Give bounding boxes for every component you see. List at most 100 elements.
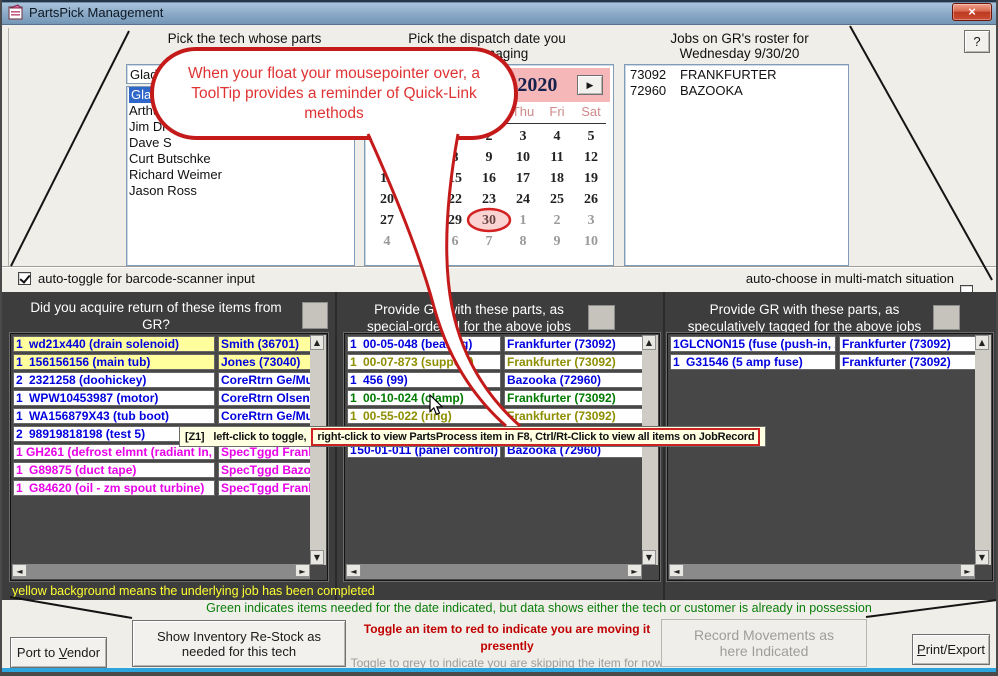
calendar-day[interactable]: 10 xyxy=(574,231,608,252)
calendar-day[interactable]: 8 xyxy=(438,147,472,168)
calendar-day[interactable]: 3 xyxy=(574,210,608,231)
auto-toggle-checkbox[interactable] xyxy=(18,272,31,285)
scroll-right-icon[interactable]: ► xyxy=(627,564,642,577)
returns-table[interactable]: 1 wd21x440 (drain solenoid) Smith (36701) 1… xyxy=(10,333,328,581)
calendar-day[interactable]: 7 xyxy=(472,231,506,252)
calendar-day[interactable]: 22 xyxy=(438,189,472,210)
scroll-down-icon[interactable]: ▼ xyxy=(975,550,989,565)
calendar-day[interactable]: 5 xyxy=(574,126,608,147)
calendar-day[interactable]: 19 xyxy=(574,168,608,189)
parts-row[interactable]: 1GLCNON15 (fuse (push-in, 2.00Frankfurte… xyxy=(670,336,977,352)
calendar-day[interactable]: 6 xyxy=(370,147,404,168)
parts-row[interactable]: 1 wd21x440 (drain solenoid) Smith (36701) xyxy=(13,336,312,352)
calendar-day[interactable]: 29 xyxy=(438,210,472,231)
calendar-day[interactable]: 21 xyxy=(404,189,438,210)
tech-list-item[interactable]: Jason Ross xyxy=(127,183,354,199)
scroll-left-icon[interactable]: ◄ xyxy=(12,564,27,577)
calendar-next-month-button[interactable]: ▶ xyxy=(577,75,603,95)
port-to-vendor-button[interactable]: Port to Vendor xyxy=(10,637,107,668)
calendar-day[interactable]: 25 xyxy=(540,189,574,210)
returns-rows: 1 wd21x440 (drain solenoid) Smith (36701) 1… xyxy=(13,336,312,498)
jobs-listbox[interactable]: 73092 FRANKFURTER 72960 BAZOOKA xyxy=(624,64,849,266)
speculative-table[interactable]: 1GLCNON15 (fuse (push-in, 2.00Frankfurte… xyxy=(667,333,993,581)
scroll-up-icon[interactable]: ▲ xyxy=(642,335,656,350)
calendar-day[interactable]: 3 xyxy=(506,126,540,147)
parts-row[interactable]: 1WA156879X43 (tub boot)CoreRtrn Ge/Mulli… xyxy=(13,408,312,424)
calendar-day[interactable]: 6 xyxy=(438,231,472,252)
close-button[interactable]: × xyxy=(952,3,992,21)
parts-row[interactable]: 1WPW10453987 (motor)CoreRtrn Olsen (7287… xyxy=(13,390,312,406)
special-hscrollbar[interactable]: ◄ ► xyxy=(346,564,642,579)
calendar-day[interactable]: 26 xyxy=(574,189,608,210)
scroll-up-icon[interactable]: ▲ xyxy=(310,335,324,350)
calendar-day[interactable]: 2 xyxy=(540,210,574,231)
calendar-day[interactable]: 17 xyxy=(506,168,540,189)
scroll-up-icon[interactable]: ▲ xyxy=(975,335,989,350)
calendar-day-selected[interactable]: 30 xyxy=(472,210,506,231)
speculative-vscrollbar[interactable]: ▲ ▼ xyxy=(975,335,991,565)
calendar-day[interactable]: 14 xyxy=(404,168,438,189)
frame-divider xyxy=(8,28,9,268)
title-bar[interactable]: PartsPick Management × xyxy=(2,0,996,25)
special-vscrollbar[interactable]: ▲ ▼ xyxy=(642,335,658,565)
speculative-panel-swatch[interactable] xyxy=(933,305,960,330)
tech-list-item[interactable]: Curt Butschke xyxy=(127,151,354,167)
yellow-legend: yellow background means the underlying j… xyxy=(12,584,375,598)
parts-row[interactable]: 1 00-07-873 (support) Frankfurter (73092) xyxy=(347,354,644,370)
tooltip-plain-text: left-click to toggle, xyxy=(213,430,307,443)
scroll-left-icon[interactable]: ◄ xyxy=(346,564,361,577)
calendar-day[interactable]: 20 xyxy=(370,189,404,210)
calendar-day[interactable]: 13 xyxy=(370,168,404,189)
job-list-item[interactable]: 72960 BAZOOKA xyxy=(625,83,848,99)
speculative-hscrollbar[interactable]: ◄ ► xyxy=(669,564,975,579)
scroll-down-icon[interactable]: ▼ xyxy=(642,550,656,565)
parts-row[interactable]: 1 456 (99) Bazooka (72960) xyxy=(347,372,644,388)
parts-row[interactable]: 1 00-10-024 (clamp) Frankfurter (73092) xyxy=(347,390,644,406)
section-divider xyxy=(2,266,996,268)
tech-list-item[interactable]: Richard Weimer xyxy=(127,167,354,183)
calendar-day[interactable]: 15 xyxy=(438,168,472,189)
scroll-down-icon[interactable]: ▼ xyxy=(310,550,324,565)
show-inventory-button[interactable]: Show Inventory Re-Stock as needed for th… xyxy=(132,620,346,667)
scroll-right-icon[interactable]: ► xyxy=(295,564,310,577)
calendar-day[interactable]: 12 xyxy=(574,147,608,168)
help-button[interactable]: ? xyxy=(964,30,990,53)
calendar-day[interactable]: 9 xyxy=(540,231,574,252)
calendar-day[interactable]: 7 xyxy=(404,147,438,168)
returns-hscrollbar[interactable]: ◄ ► xyxy=(12,564,310,579)
calendar-day[interactable]: 8 xyxy=(506,231,540,252)
calendar-day[interactable]: 24 xyxy=(506,189,540,210)
calendar-day-grid[interactable]: 3031123456789101112131415161718192021222… xyxy=(370,126,608,252)
calendar-day[interactable]: 5 xyxy=(404,231,438,252)
returns-panel-swatch[interactable] xyxy=(302,302,328,329)
calendar-day[interactable]: 4 xyxy=(540,126,574,147)
returns-title-line1: Did you acquire return of these items fr… xyxy=(30,300,282,332)
calendar-day[interactable]: 18 xyxy=(540,168,574,189)
calendar-day[interactable]: 16 xyxy=(472,168,506,189)
calendar-day[interactable]: 11 xyxy=(540,147,574,168)
calendar-day[interactable]: 28 xyxy=(404,210,438,231)
returns-vscrollbar[interactable]: ▲ ▼ xyxy=(310,335,326,565)
special-ordered-table[interactable]: 1 00-05-048 (bearing) Frankfurter (73092) 1… xyxy=(344,333,660,581)
parts-row[interactable]: 1 00-05-048 (bearing) Frankfurter (73092) xyxy=(347,336,644,352)
calendar-day[interactable]: 10 xyxy=(506,147,540,168)
port-label-post: endor xyxy=(66,645,101,660)
scroll-left-icon[interactable]: ◄ xyxy=(669,564,684,577)
job-list-item[interactable]: 73092 FRANKFURTER xyxy=(625,67,848,83)
parts-row[interactable]: 1 00-55-022 (ring) Frankfurter (73092) xyxy=(347,408,644,424)
calendar-day[interactable]: 27 xyxy=(370,210,404,231)
record-movements-button[interactable]: Record Movements as here Indicated xyxy=(661,619,867,667)
print-export-button[interactable]: Print/Export xyxy=(912,634,990,665)
parts-row[interactable]: 22321258 (doohickey)CoreRtrn Ge/Mullins … xyxy=(13,372,312,388)
window-title: PartsPick Management xyxy=(29,5,164,20)
calendar-day[interactable]: 23 xyxy=(472,189,506,210)
calendar-day[interactable]: 9 xyxy=(472,147,506,168)
calendar-day[interactable]: 4 xyxy=(370,231,404,252)
parts-row[interactable]: 1 G31546 (5 amp fuse) Frankfurter (73092) xyxy=(670,354,977,370)
scroll-right-icon[interactable]: ► xyxy=(960,564,975,577)
special-ordered-panel-swatch[interactable] xyxy=(588,305,615,330)
calendar-day[interactable]: 1 xyxy=(506,210,540,231)
parts-row[interactable]: 1 G84620 (oil - zm spout turbine) SpecTggd… xyxy=(13,480,312,496)
parts-row[interactable]: 1G89875 (duct tape)SpecTggd Bazooka (729… xyxy=(13,462,312,478)
parts-row[interactable]: 1 156156156 (main tub) Jones (73040) xyxy=(13,354,312,370)
